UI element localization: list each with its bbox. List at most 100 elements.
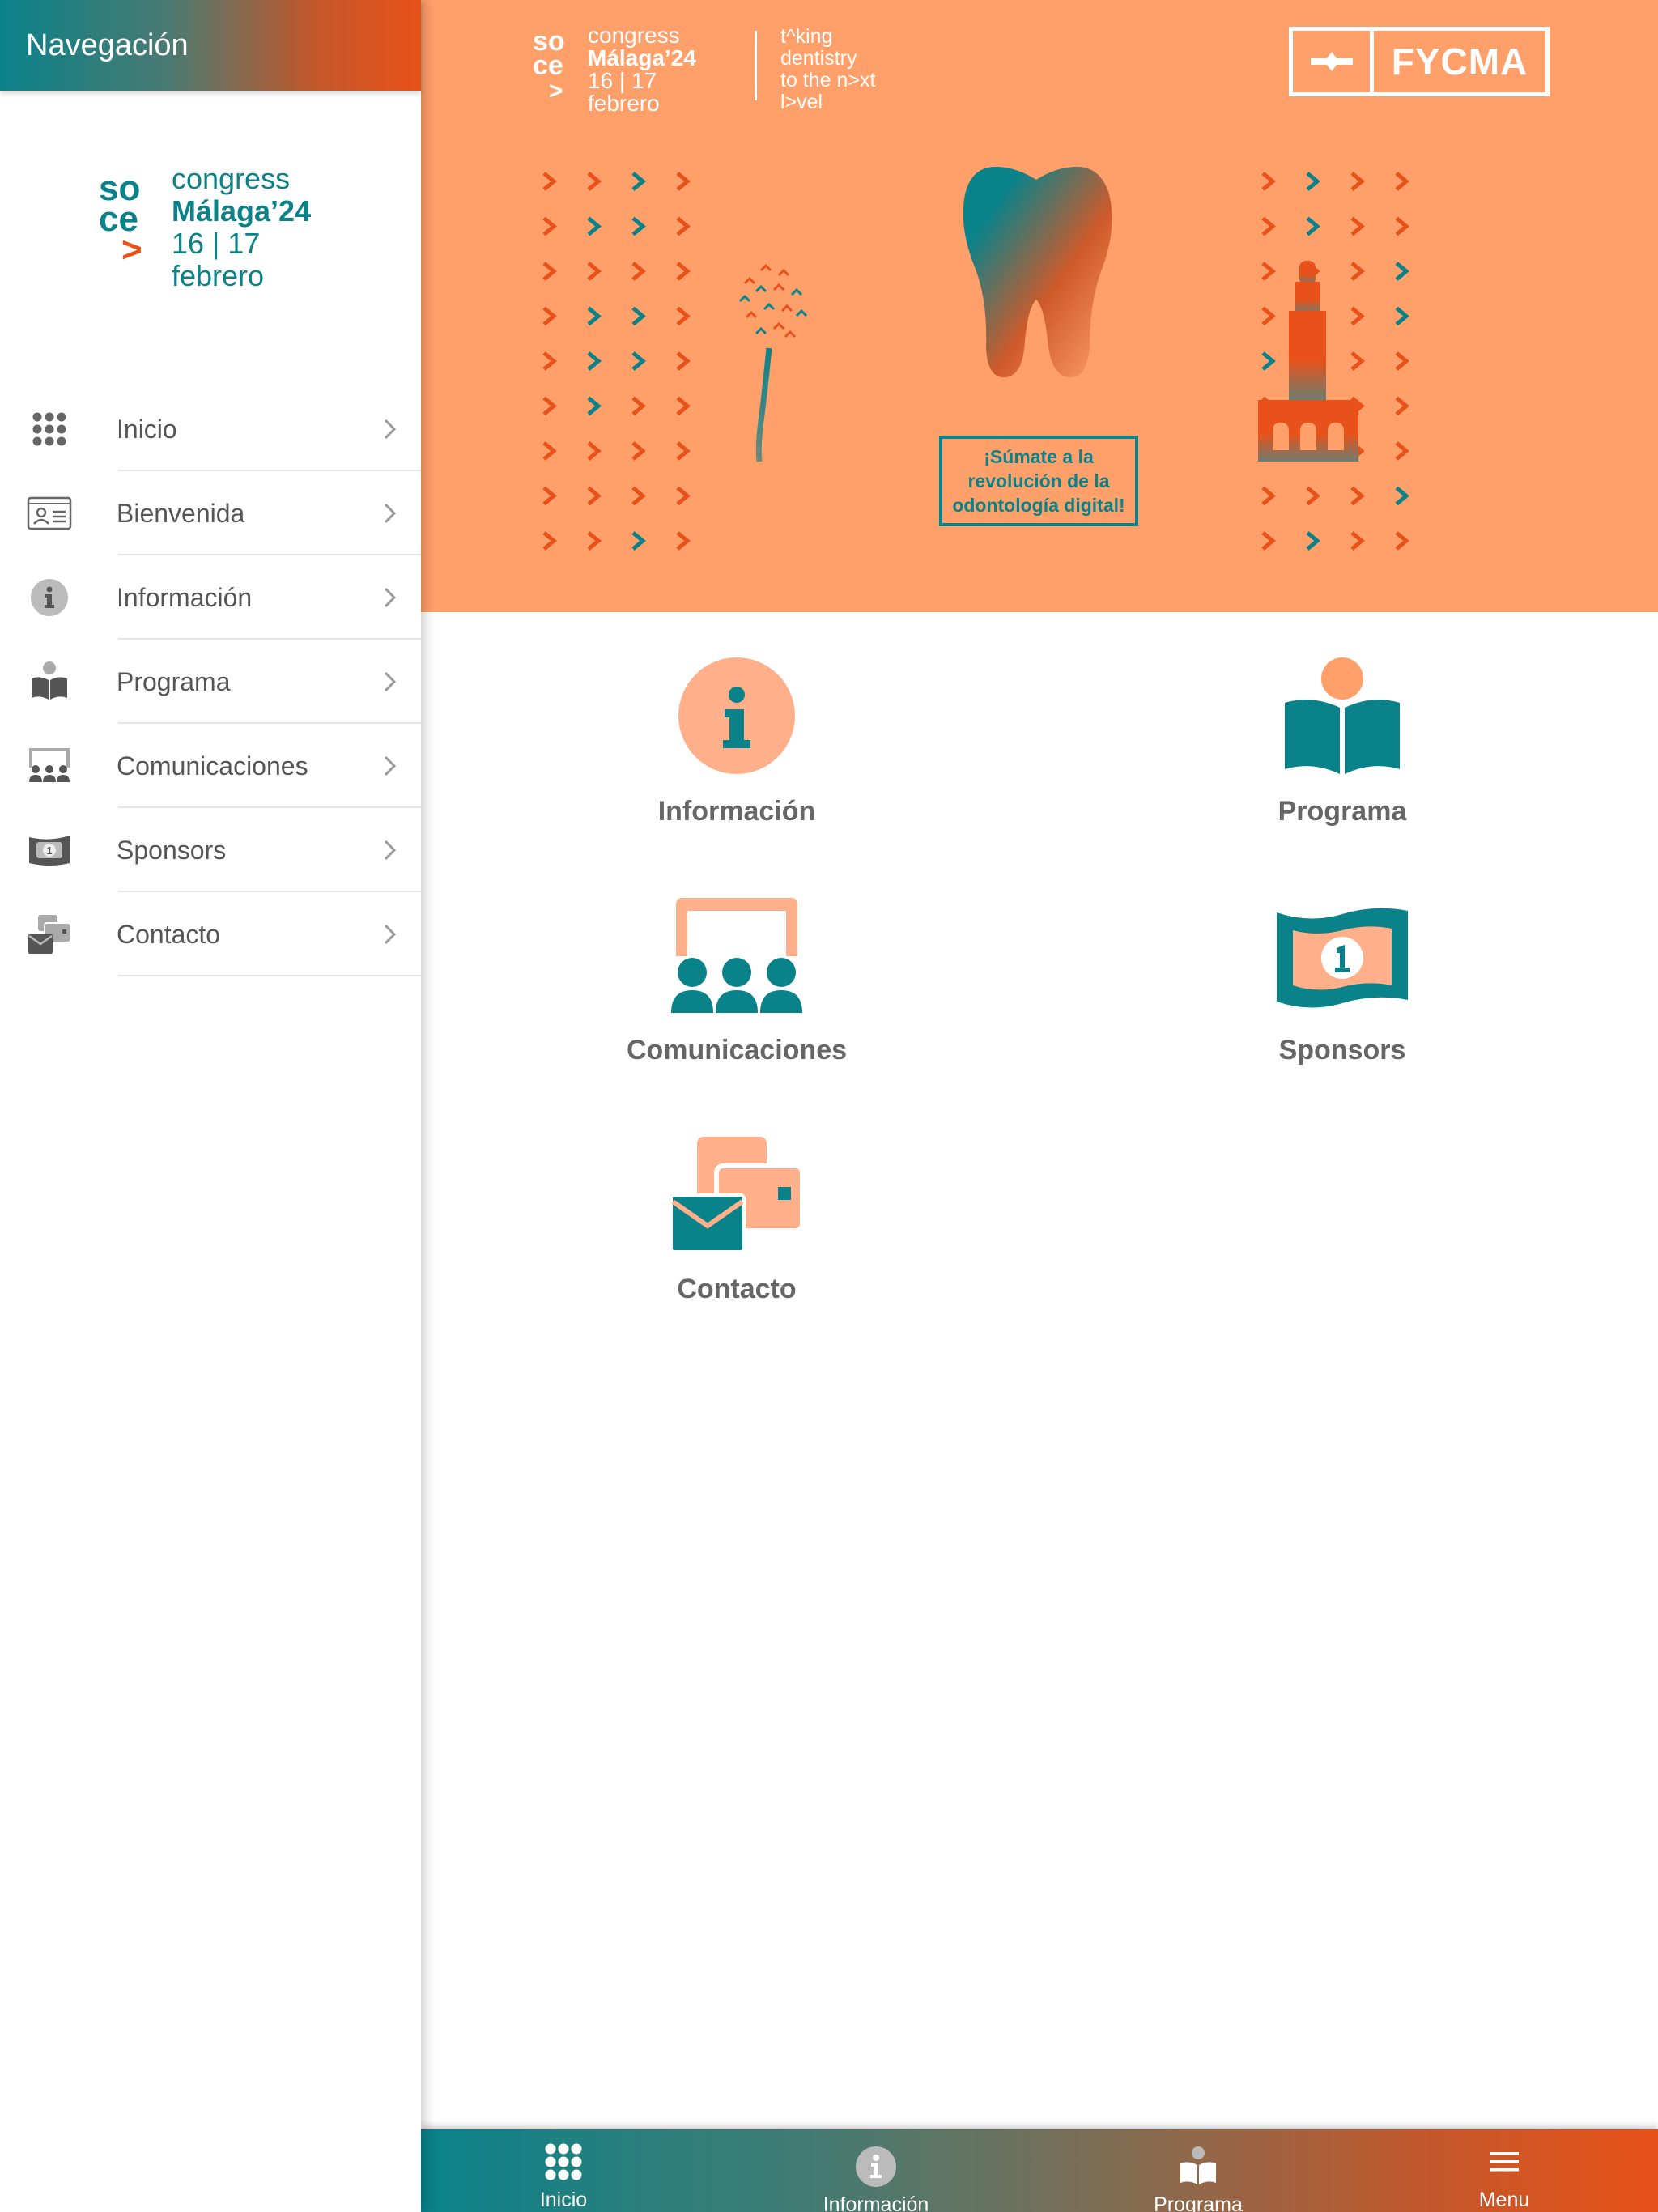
tile-label: Sponsors: [1278, 1035, 1406, 1066]
chevron-decor-icon: [587, 441, 602, 461]
banner-line3: 16 | 17: [588, 68, 657, 93]
chevron-decor-icon: [587, 486, 602, 506]
info-icon: [856, 2146, 896, 2187]
grid-icon: [545, 2143, 582, 2180]
logo-line4: febrero: [172, 259, 264, 292]
chevron-decor-icon: [1395, 486, 1409, 506]
chevron-decor-icon: [542, 262, 557, 281]
chevron-decor-icon: [587, 262, 602, 281]
tagline-line: to the n>xt: [780, 69, 876, 91]
tile-informacion[interactable]: Información: [583, 648, 891, 827]
chevron-decor-icon: [587, 396, 602, 416]
tab-label: Inicio: [539, 2189, 588, 2211]
chevron-decor-icon: [1395, 262, 1409, 281]
tile-programa[interactable]: Programa: [1188, 648, 1496, 827]
tab-label: Información: [823, 2193, 929, 2212]
tile-sponsors[interactable]: Sponsors: [1188, 887, 1496, 1066]
contact-icon: [670, 1137, 805, 1253]
chevron-decor-icon: [676, 172, 691, 191]
chevron-decor-icon: [1395, 531, 1409, 551]
chevron-decor-icon: [1306, 172, 1320, 191]
logo-line3: 16 | 17: [172, 227, 260, 260]
chevron-right-icon: [384, 587, 397, 608]
chevron-decor-icon: [587, 172, 602, 191]
tab-label: Menu: [1478, 2189, 1530, 2211]
banner-line2: Málaga’24: [588, 45, 696, 70]
sidebar-item-informacion[interactable]: Información: [0, 555, 421, 640]
navigation-sidebar: Navegación so ce > congress Málaga’24 16…: [0, 0, 421, 2212]
tab-label: Programa: [1154, 2193, 1243, 2212]
sidebar-item-label: Comunicaciones: [117, 751, 308, 781]
chevron-decor-icon: [631, 486, 646, 506]
chevron-decor-icon: [1350, 486, 1365, 506]
info-icon: [678, 657, 795, 774]
cta-box: ¡Súmate a la revolución de la odontologí…: [939, 436, 1138, 526]
fycma-mark-icon: [1293, 31, 1374, 92]
chevron-decor-icon: [1261, 531, 1276, 551]
chevron-decor-icon: [1350, 216, 1365, 236]
chevron-decor-icon: [1395, 216, 1409, 236]
chevron-decor-icon: [542, 531, 557, 551]
banner-divider: [755, 31, 757, 100]
chevron-decor-icon: [1306, 486, 1320, 506]
sidebar-item-programa[interactable]: Programa: [0, 640, 421, 724]
book-reader-icon: [1180, 2146, 1216, 2184]
tab-inicio[interactable]: Inicio: [458, 2129, 669, 2212]
chevron-decor-icon: [631, 172, 646, 191]
chevron-decor-icon: [1261, 216, 1276, 236]
soce-mark: so ce >: [533, 26, 565, 100]
sidebar-item-label: Contacto: [117, 919, 221, 949]
chevron-decor-icon: [542, 172, 557, 191]
tile-label: Contacto: [677, 1274, 797, 1304]
chevron-decor-icon: [1350, 531, 1365, 551]
sidebar-item-label: Programa: [117, 666, 231, 696]
chevron-decor-icon: [631, 351, 646, 371]
divider: [117, 975, 421, 976]
chevron-decor-icon: [1261, 172, 1276, 191]
sidebar-item-label: Sponsors: [117, 835, 227, 865]
chevron-decor-icon: [676, 216, 691, 236]
chevron-pattern-left: [542, 172, 691, 551]
chevron-decor-icon: [631, 216, 646, 236]
chevron-decor-icon: [1306, 531, 1320, 551]
tower-illustration: [1258, 261, 1358, 462]
fycma-logo: FYCMA: [1289, 27, 1550, 96]
sidebar-item-inicio[interactable]: Inicio: [0, 387, 421, 471]
presentation-icon: [671, 898, 802, 1013]
sidebar-item-contacto[interactable]: Contacto: [0, 892, 421, 976]
tab-menu[interactable]: Menu: [1399, 2129, 1609, 2212]
svg-text:>: >: [549, 78, 563, 100]
chevron-decor-icon: [587, 531, 602, 551]
chevron-decor-icon: [631, 306, 646, 326]
banner-tagline: t^king dentistry to the n>xt l>vel: [780, 26, 875, 113]
chevron-decor-icon: [542, 486, 557, 506]
tab-programa[interactable]: Programa: [1093, 2129, 1303, 2212]
sidebar-item-bienvenida[interactable]: Bienvenida: [0, 471, 421, 555]
sidebar-item-label: Inicio: [117, 414, 177, 444]
svg-text:>: >: [121, 230, 142, 270]
tooth-illustration: [963, 167, 1112, 378]
chevron-right-icon: [384, 503, 397, 524]
bottom-tab-bar: Inicio Información Programa Menu: [421, 2129, 1658, 2212]
chevron-right-icon: [384, 924, 397, 945]
chevron-decor-icon: [1395, 396, 1409, 416]
chevron-decor-icon: [1306, 216, 1320, 236]
sidebar-item-sponsors[interactable]: 1 Sponsors: [0, 808, 421, 892]
tab-informacion[interactable]: Información: [771, 2129, 981, 2212]
chevron-decor-icon: [676, 306, 691, 326]
chevron-decor-icon: [676, 262, 691, 281]
chevron-right-icon: [384, 671, 397, 692]
chevron-decor-icon: [542, 351, 557, 371]
tile-label: Comunicaciones: [626, 1035, 848, 1066]
tile-comunicaciones[interactable]: Comunicaciones: [583, 887, 891, 1066]
chevron-decor-icon: [1395, 306, 1409, 326]
congress-logo: so ce > congress Málaga’24 16 | 17 febre…: [97, 162, 340, 304]
chevron-decor-icon: [542, 216, 557, 236]
tile-contacto[interactable]: Contacto: [583, 1125, 891, 1305]
sidebar-header: Navegación: [0, 0, 421, 91]
congress-banner: so ce > congress Málaga’24 16 | 17 febre…: [421, 0, 1658, 612]
tile-label: Programa: [1278, 796, 1407, 827]
fycma-wordmark: FYCMA: [1391, 40, 1528, 83]
chevron-decor-icon: [676, 441, 691, 461]
sidebar-item-comunicaciones[interactable]: Comunicaciones: [0, 724, 421, 808]
